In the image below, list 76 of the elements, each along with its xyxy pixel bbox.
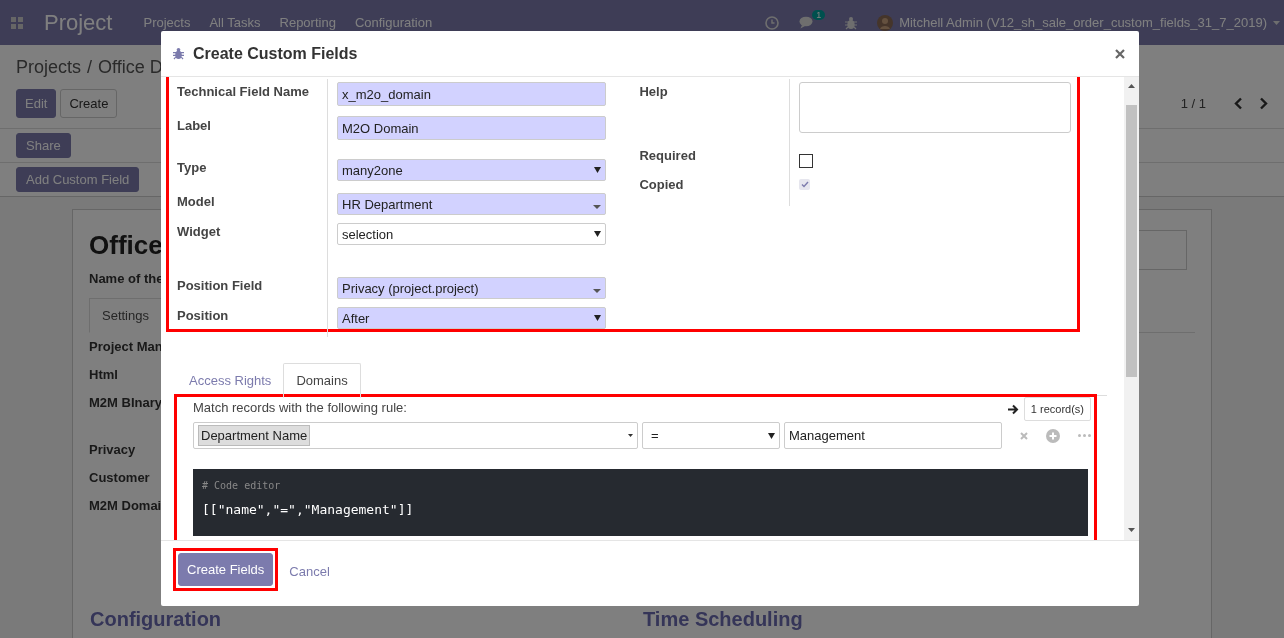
menu-link[interactable]: Projects [143,15,191,30]
checkbox[interactable] [799,154,814,168]
section-heading: Time Scheduling [643,608,803,631]
select-field[interactable]: selection [337,223,606,245]
delete-icon[interactable] [1020,431,1028,440]
tab[interactable]: Domains [283,363,361,398]
code-editor[interactable]: # Code editor [["name","=","Management"]] [193,469,1088,536]
caret-icon [628,434,633,437]
caret-icon [594,231,601,237]
field-label: Widget [169,219,328,273]
record-title: Office [89,230,164,261]
apps-grid-icon[interactable] [11,16,23,29]
avatar [877,14,894,31]
field-label: M2M BInary [89,394,162,412]
close-icon[interactable] [1115,48,1125,59]
operator-select[interactable]: = [642,422,780,449]
user-menu[interactable]: Mitchell Admin (V12_sh_sale_order_custom_fields_31_7_2019) [899,15,1267,30]
field-label: Technical Field Name [169,79,328,113]
caret-icon [593,289,601,293]
field-label: Position [169,303,328,337]
previous-icon[interactable] [1234,97,1243,110]
field-select[interactable]: Department Name [193,422,638,449]
field-label: Privacy [89,441,136,459]
breadcrumb-link[interactable]: Projects [16,57,82,81]
field-label: Customer [89,469,150,487]
field-label: Html [89,366,118,384]
more-icon[interactable] [1078,434,1091,437]
menu-link[interactable]: All Tasks [209,15,261,30]
bug-icon [173,47,184,60]
add-icon[interactable] [1046,428,1060,443]
app-name: Project [44,9,113,36]
share-button[interactable]: Share [16,133,71,158]
rule-text: Match records with the following rule: [193,399,407,415]
code-comment: # Code editor [202,480,282,491]
select-field[interactable]: HR Department [337,193,606,215]
code-text: [["name","=","Management"]] [202,502,415,517]
field-label: Help [628,79,791,143]
scrollbar[interactable] [1124,77,1139,540]
select-field[interactable]: After [337,307,606,329]
add-custom-field-button[interactable]: Add Custom Field [16,167,140,192]
caret-icon[interactable] [1273,20,1280,25]
input-field[interactable]: M2O Domain [337,116,606,140]
select-field[interactable]: Privacy (project.project) [337,277,606,299]
pager-value: 1 / 1 [1180,96,1206,111]
arrow-right-icon [1007,403,1019,415]
menu-link[interactable]: Configuration [354,15,433,30]
select-field[interactable]: many2one [337,159,606,181]
caret-icon [594,167,601,173]
cancel-link[interactable]: Cancel [289,564,330,579]
value-input[interactable]: Management [784,422,1002,449]
create-button[interactable]: Create [60,89,118,118]
record-count-button[interactable]: 1 record(s) [1023,397,1091,421]
section-heading: Configuration [90,608,222,631]
create-fields-button[interactable]: Create Fields [178,553,274,586]
breadcrumb-separator: / [87,57,93,79]
field-label: Copied [628,172,791,206]
field-label: Label [169,113,328,155]
input-field[interactable]: x_m2o_domain [337,82,606,106]
field-label: M2M Domai [89,497,162,515]
edit-button[interactable]: Edit [16,89,57,118]
clock-icon[interactable] [765,15,780,30]
message-count-badge: 1 [812,10,826,20]
help-textarea[interactable] [799,82,1072,133]
caret-icon [594,315,601,321]
caret-icon [768,432,775,439]
field-label: Required [628,143,791,172]
field-label: Model [169,189,328,219]
field-label: Position Field [169,273,328,303]
dialog-title: Create Custom Fields [193,44,358,63]
next-icon[interactable] [1259,97,1268,110]
menu-link[interactable]: Reporting [279,15,336,30]
bug-icon[interactable] [845,15,858,30]
scroll-down-icon[interactable] [1128,528,1135,532]
scroll-up-icon[interactable] [1128,84,1135,88]
field-label: Type [169,155,328,189]
tab[interactable]: Access Rights [177,364,284,397]
